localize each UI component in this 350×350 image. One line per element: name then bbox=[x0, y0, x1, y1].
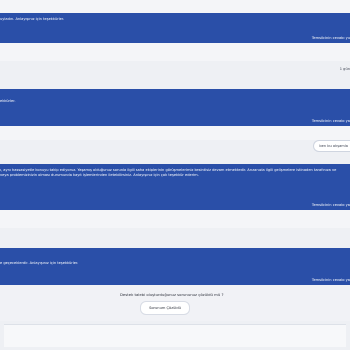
message-text: ekkürler. bbox=[0, 99, 16, 103]
message-gap bbox=[0, 210, 350, 228]
solved-button[interactable]: Sorunum Çözüldü bbox=[140, 301, 190, 315]
bottom-panel bbox=[4, 324, 346, 347]
message-text: uyladın. Anlayışınız için teşekkürler. bbox=[0, 17, 65, 21]
message-signature: Temsilcinin cevabı ya bbox=[311, 278, 350, 282]
agent-message: ı, aynı hassasiyetle konuyu takip ediyor… bbox=[0, 164, 350, 210]
message-gap bbox=[0, 43, 350, 61]
top-strip bbox=[0, 0, 350, 13]
agent-message: ekkürler. Temsilcinin cevabı ya bbox=[0, 89, 350, 126]
message-gap bbox=[0, 126, 350, 140]
user-reply: 1 gün bbox=[339, 67, 350, 71]
agent-message: e geçeceklerdir. Anlayışınız için teşekk… bbox=[0, 248, 350, 285]
message-text: ı, aynı hassasiyetle konuyu takip ediyor… bbox=[0, 168, 337, 178]
agent-message: uyladın. Anlayışınız için teşekkürler. T… bbox=[0, 13, 350, 43]
message-signature: Temsilcinin cevabı ya bbox=[311, 203, 350, 207]
feedback-question: Destek talebi oluşturduğunuz sorununuz ç… bbox=[120, 292, 224, 297]
user-reply-bubble: ben bu akşamla bbox=[313, 140, 350, 152]
message-signature: Temsilcinin cevabı ya bbox=[311, 119, 350, 123]
message-text: e geçeceklerdir. Anlayışınız için teşekk… bbox=[0, 261, 79, 265]
message-signature: Temsilcinin cevabı yu bbox=[311, 36, 350, 40]
